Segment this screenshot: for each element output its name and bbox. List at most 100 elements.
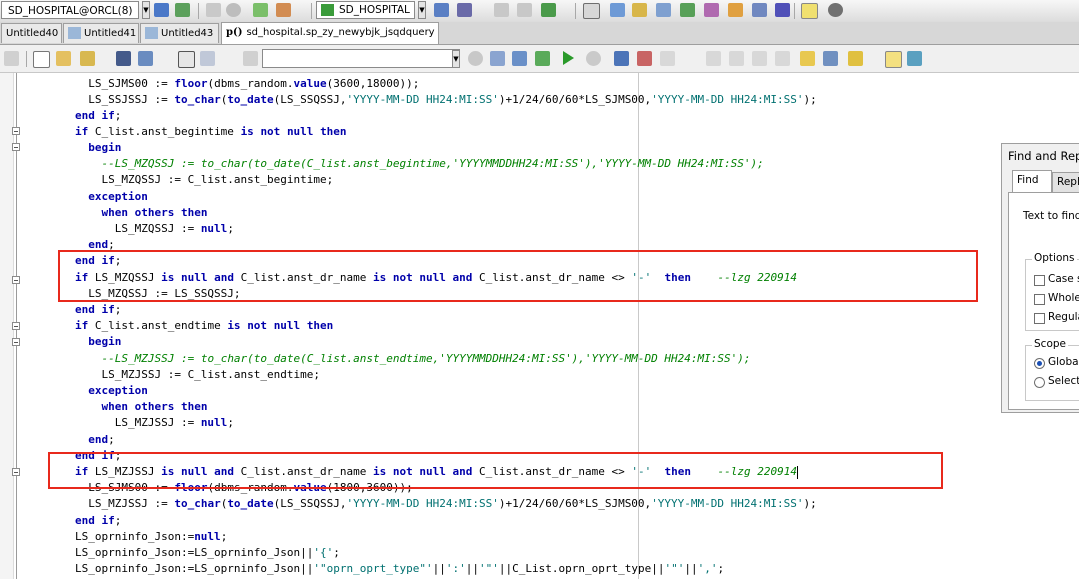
- regular-expression-checkbox[interactable]: [1034, 313, 1045, 324]
- tab-replace[interactable]: Repl: [1052, 172, 1079, 192]
- highlight-box: [58, 250, 978, 302]
- report-icon[interactable]: [541, 3, 556, 17]
- replace-icon[interactable]: [775, 51, 790, 66]
- refresh-icon[interactable]: [468, 51, 483, 66]
- open-icon[interactable]: [56, 51, 71, 66]
- tab-procedure-editor[interactable]: p() sd_hospital.sp_zy_newybjk_jsqdquery: [221, 22, 439, 44]
- tab-find[interactable]: Find: [1012, 170, 1052, 192]
- bookmark-icon[interactable]: [907, 51, 922, 66]
- window-list-icon[interactable]: [517, 3, 532, 17]
- connection-label: SD_HOSPITAL@ORCL(8): [8, 5, 133, 17]
- toolbar-separator: [575, 3, 576, 19]
- test-icon[interactable]: [535, 51, 550, 66]
- code-line: --LS_MZJSSJ := to_char(to_date(C_list.an…: [101, 352, 751, 365]
- code-line: when others then: [101, 400, 208, 413]
- code-line: LS_MZJSSJ := to_char(to_date(LS_SSQSSJ,'…: [22, 497, 817, 510]
- toolbar-separator: [311, 3, 312, 19]
- find-icon[interactable]: [752, 51, 767, 66]
- beautify-icon[interactable]: [885, 51, 902, 68]
- find-objects-icon[interactable]: [610, 3, 625, 17]
- tab-untitled43[interactable]: Untitled43: [140, 23, 219, 43]
- tab-label: Untitled43: [161, 28, 214, 39]
- code-line: when others then: [101, 206, 208, 219]
- back-icon[interactable]: [4, 51, 19, 66]
- log-on-icon[interactable]: [154, 3, 169, 17]
- highlight-box: [48, 452, 943, 489]
- toggle-view-icon[interactable]: [178, 51, 195, 68]
- code-line: LS_MZQSSJ := C_list.anst_begintime;: [22, 173, 334, 186]
- pause-icon[interactable]: [206, 3, 221, 17]
- database-selector[interactable]: SD_HOSPITAL: [316, 1, 415, 19]
- refactor-icon[interactable]: [494, 3, 509, 17]
- code-line: exception: [88, 384, 148, 397]
- options-label: Options: [1032, 252, 1077, 264]
- undo-icon[interactable]: [800, 51, 815, 66]
- scope-label: Scope: [1032, 338, 1068, 350]
- highlight-icon[interactable]: [848, 51, 863, 66]
- explain-plan-icon[interactable]: [434, 3, 449, 17]
- tab-label: Untitled40: [6, 28, 59, 39]
- text-to-find-label: Text to find:: [1023, 210, 1079, 222]
- find-panel: Text to find: Options Case se Whole w Re…: [1008, 192, 1079, 410]
- breakpoint-icon[interactable]: [637, 51, 652, 66]
- save-icon[interactable]: [116, 51, 131, 66]
- editor-toolbar: ▼: [0, 45, 1079, 73]
- layout-icon[interactable]: [200, 51, 215, 66]
- tab-untitled41[interactable]: Untitled41: [63, 23, 139, 43]
- tab-label: sd_hospital.sp_zy_newybjk_jsqdquery: [246, 27, 435, 38]
- options-group: Options Case se Whole w Regular: [1025, 252, 1079, 331]
- redo-icon[interactable]: [823, 51, 838, 66]
- rollback-icon[interactable]: [276, 3, 291, 17]
- scope-global-radio[interactable]: [1034, 358, 1045, 369]
- connection-dropdown-button[interactable]: ▼: [142, 1, 150, 19]
- help-icon[interactable]: [801, 3, 818, 19]
- scope-option-label: Selecte: [1048, 375, 1079, 387]
- code-line: begin: [88, 141, 122, 154]
- connection-selector[interactable]: SD_HOSPITAL@ORCL(8): [1, 1, 139, 19]
- tools-icon[interactable]: [704, 3, 719, 17]
- preferences-icon[interactable]: [828, 3, 843, 17]
- structure-icon[interactable]: [752, 3, 767, 17]
- export-icon[interactable]: [680, 3, 695, 17]
- print-icon[interactable]: [138, 51, 153, 66]
- database-dropdown-button[interactable]: ▼: [418, 1, 426, 19]
- compile-icon[interactable]: [243, 51, 258, 66]
- code-line: LS_SJMS00 := floor(dbms_random.value(360…: [22, 77, 420, 90]
- dialog-title: Find and Rep: [1008, 149, 1079, 163]
- execute-icon[interactable]: [563, 51, 574, 65]
- code-line: LS_SSJSSJ := to_char(to_date(LS_SSQSSJ,'…: [22, 93, 817, 106]
- paste-icon[interactable]: [729, 51, 744, 66]
- toolbar-separator: [198, 3, 199, 19]
- macro-icon[interactable]: [775, 3, 790, 17]
- scope-selected-radio[interactable]: [1034, 377, 1045, 388]
- code-line: LS_oprninfo_Json:=LS_oprninfo_Json||'{';: [22, 546, 340, 559]
- code-editor[interactable]: LS_SJMS00 := floor(dbms_random.value(360…: [0, 73, 1079, 579]
- case-sensitive-checkbox[interactable]: [1034, 275, 1045, 286]
- open-folder-icon[interactable]: [80, 51, 95, 66]
- stop-icon[interactable]: [226, 3, 241, 17]
- commit-icon[interactable]: [253, 3, 268, 17]
- new-icon[interactable]: [33, 51, 50, 68]
- scope-group: Scope Global Selecte: [1025, 338, 1079, 401]
- find-replace-dialog: Find and Rep Find Repl Text to find: Opt…: [1001, 143, 1079, 413]
- whole-words-checkbox[interactable]: [1034, 294, 1045, 305]
- sql-icon[interactable]: [490, 51, 505, 66]
- sessions-icon[interactable]: [175, 3, 190, 17]
- compile-icon[interactable]: [632, 3, 647, 17]
- query-builder-icon[interactable]: [457, 3, 472, 17]
- search-dropdown-button[interactable]: ▼: [452, 50, 460, 68]
- code-text[interactable]: LS_SJMS00 := floor(dbms_random.value(360…: [0, 73, 817, 575]
- code-line: LS_oprninfo_Json:=LS_oprninfo_Json||'"op…: [22, 562, 725, 575]
- debug-icon[interactable]: [512, 51, 527, 66]
- templates-icon[interactable]: [656, 3, 671, 17]
- scope-option-label: Global: [1048, 356, 1079, 368]
- step-icon[interactable]: [614, 51, 629, 66]
- new-window-icon[interactable]: [583, 3, 600, 19]
- object-search-combo[interactable]: [262, 49, 460, 68]
- plugins-icon[interactable]: [728, 3, 743, 17]
- database-icon: [321, 4, 334, 16]
- tab-untitled40[interactable]: Untitled40: [1, 23, 62, 43]
- copy-icon[interactable]: [706, 51, 721, 66]
- break-icon[interactable]: [586, 51, 601, 66]
- indent-icon[interactable]: [660, 51, 675, 66]
